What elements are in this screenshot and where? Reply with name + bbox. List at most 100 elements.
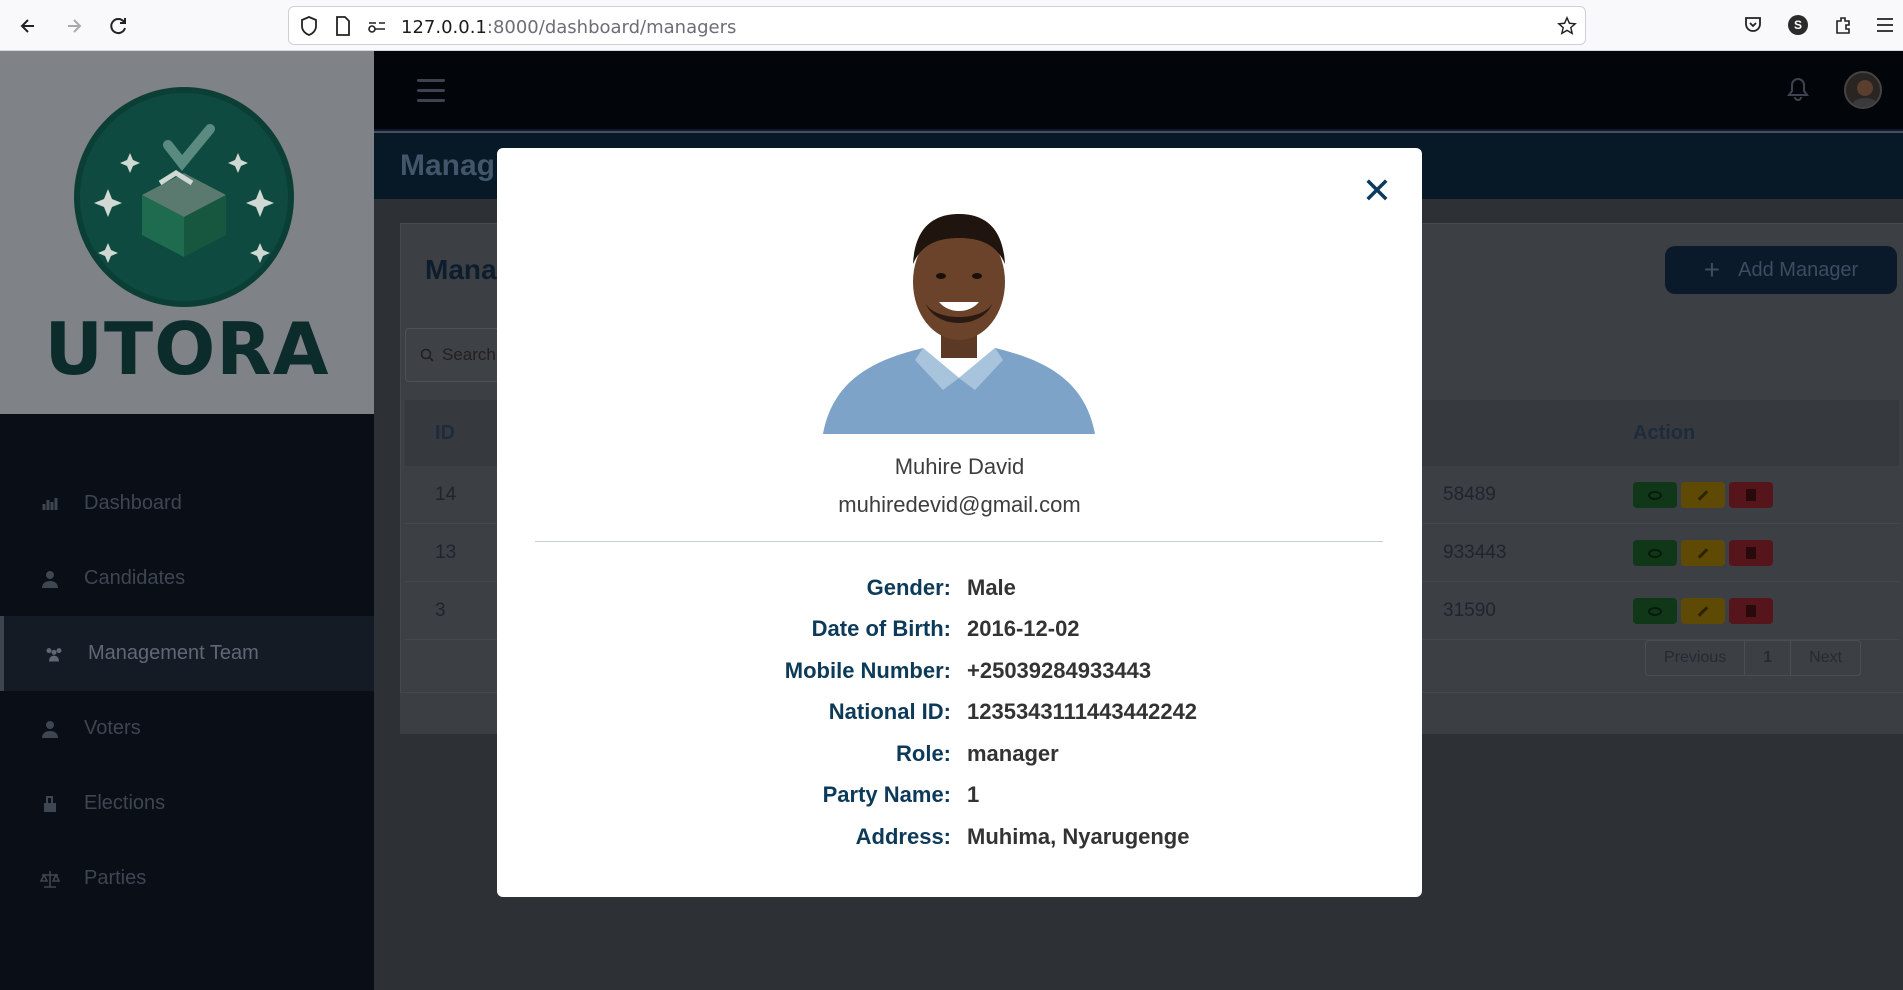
- delete-button[interactable]: [1729, 598, 1773, 624]
- view-button[interactable]: [1633, 540, 1677, 566]
- sidebar-item-management-team[interactable]: Management Team: [0, 616, 374, 691]
- detail-label: Date of Birth:: [811, 616, 951, 641]
- profile-initial: S: [1788, 15, 1808, 35]
- manager-name: Muhire David: [894, 454, 1025, 479]
- detail-date-of-birth: Date of Birth: 2016-12-02: [497, 616, 1422, 650]
- detail-value: 1: [967, 782, 980, 807]
- row-id: 13: [435, 542, 457, 563]
- detail-value: 1235343111443442242: [967, 699, 1198, 724]
- card-title: Mana: [425, 254, 497, 285]
- sidebar-item-label: Parties: [84, 867, 147, 889]
- add-manager-label: Add Manager: [1738, 258, 1859, 281]
- bookmark-star-icon[interactable]: [1557, 16, 1577, 36]
- scale-icon: [40, 869, 60, 889]
- pagination: Previous 1 Next: [1645, 640, 1862, 676]
- detail-mobile-number: Mobile Number: +25039284933443: [497, 658, 1422, 692]
- eye-icon: [1648, 490, 1662, 500]
- user-icon: [40, 719, 60, 739]
- detail-party-name: Party Name: 1: [497, 782, 1422, 816]
- logo-text: UTORA: [44, 307, 330, 391]
- eye-icon: [1648, 606, 1662, 616]
- row-phone: 31590: [1443, 600, 1496, 621]
- eye-icon: [1648, 548, 1662, 558]
- row-phone: 933443: [1443, 542, 1507, 563]
- trash-icon: [1746, 489, 1756, 501]
- trash-icon: [1746, 547, 1756, 559]
- back-icon[interactable]: [14, 12, 42, 40]
- url-text[interactable]: 127.0.0.1:8000/dashboard/managers: [401, 17, 736, 38]
- menu-icon[interactable]: [1873, 13, 1897, 37]
- ballot-icon: [40, 794, 60, 814]
- detail-value: 2016-12-02: [967, 616, 1080, 641]
- logo-area: UTORA: [0, 51, 374, 414]
- bell-icon[interactable]: [1787, 77, 1809, 106]
- detail-national-id: National ID: 1235343111443442242: [497, 699, 1422, 733]
- reload-icon[interactable]: [105, 12, 133, 40]
- delete-button[interactable]: [1729, 482, 1773, 508]
- manager-details-modal: ✕ Muhire David muhiredevid@gmail.com Gen…: [497, 148, 1422, 897]
- logo-icon: [74, 87, 294, 307]
- user-icon: [40, 569, 60, 589]
- connection-icon[interactable]: [367, 16, 387, 36]
- row-id: 3: [435, 600, 446, 621]
- sidebar-item-label: Voters: [84, 717, 141, 739]
- row-id: 14: [435, 484, 457, 505]
- detail-label: National ID:: [828, 699, 951, 724]
- detail-label: Address:: [855, 824, 951, 849]
- sidebar-item-parties[interactable]: Parties: [0, 841, 374, 916]
- previous-page-button[interactable]: Previous: [1646, 641, 1746, 675]
- sidebar-item-label: Candidates: [84, 567, 186, 589]
- url-host: 127.0.0.1: [401, 17, 487, 38]
- detail-label: Role:: [896, 741, 951, 766]
- detail-value: Muhima, Nyarugenge: [967, 824, 1190, 849]
- detail-value: +25039284933443: [967, 658, 1152, 683]
- address-bar[interactable]: 127.0.0.1:8000/dashboard/managers: [288, 6, 1586, 45]
- url-path: :8000/dashboard/managers: [486, 17, 737, 38]
- detail-label: Gender:: [866, 575, 951, 600]
- sidebar-item-candidates[interactable]: Candidates: [0, 541, 374, 616]
- shield-icon[interactable]: [299, 16, 319, 36]
- pencil-icon: [1697, 605, 1709, 617]
- detail-label: Party Name:: [822, 782, 951, 807]
- manager-email: muhiredevid@gmail.com: [838, 492, 1081, 517]
- divider: [535, 541, 1383, 542]
- add-manager-button[interactable]: + Add Manager: [1665, 246, 1897, 294]
- edit-button[interactable]: [1681, 598, 1725, 624]
- next-page-button[interactable]: Next: [1791, 641, 1860, 675]
- manager-photo: [823, 190, 1095, 434]
- delete-button[interactable]: [1729, 540, 1773, 566]
- page-1-button[interactable]: 1: [1745, 641, 1792, 675]
- detail-role: Role: manager: [497, 741, 1422, 775]
- sidebar-item-voters[interactable]: Voters: [0, 691, 374, 766]
- hamburger-menu-icon[interactable]: [417, 79, 445, 109]
- forward-icon[interactable]: [60, 12, 88, 40]
- close-icon[interactable]: ✕: [1362, 171, 1392, 212]
- sidebar-item-dashboard[interactable]: Dashboard: [0, 466, 374, 541]
- edit-button[interactable]: [1681, 540, 1725, 566]
- pocket-icon[interactable]: [1741, 13, 1765, 37]
- top-bar: [374, 51, 1903, 131]
- sidebar-item-label: Dashboard: [84, 492, 182, 514]
- edit-button[interactable]: [1681, 482, 1725, 508]
- page-title: Manag: [400, 149, 496, 182]
- sidebar: UTORA Dashboard Candidates Management Te…: [0, 51, 374, 990]
- users-icon: [44, 644, 64, 664]
- sidebar-item-elections[interactable]: Elections: [0, 766, 374, 841]
- sidebar-item-label: Elections: [84, 792, 166, 814]
- plus-icon: +: [1703, 254, 1721, 285]
- detail-label: Mobile Number:: [784, 658, 951, 683]
- detail-address: Address: Muhima, Nyarugenge: [497, 824, 1422, 858]
- detail-gender: Gender: Male: [497, 575, 1422, 609]
- search-placeholder: Search: [442, 345, 496, 364]
- page-icon[interactable]: [333, 16, 353, 36]
- column-header-id: ID: [435, 422, 455, 444]
- pencil-icon: [1697, 489, 1709, 501]
- extensions-icon[interactable]: [1831, 13, 1855, 37]
- pencil-icon: [1697, 547, 1709, 559]
- view-button[interactable]: [1633, 598, 1677, 624]
- profile-avatar-icon[interactable]: S: [1786, 13, 1810, 37]
- user-avatar[interactable]: [1844, 71, 1882, 109]
- view-button[interactable]: [1633, 482, 1677, 508]
- browser-toolbar: 127.0.0.1:8000/dashboard/managers S: [0, 0, 1903, 51]
- sidebar-item-label: Management Team: [88, 642, 259, 664]
